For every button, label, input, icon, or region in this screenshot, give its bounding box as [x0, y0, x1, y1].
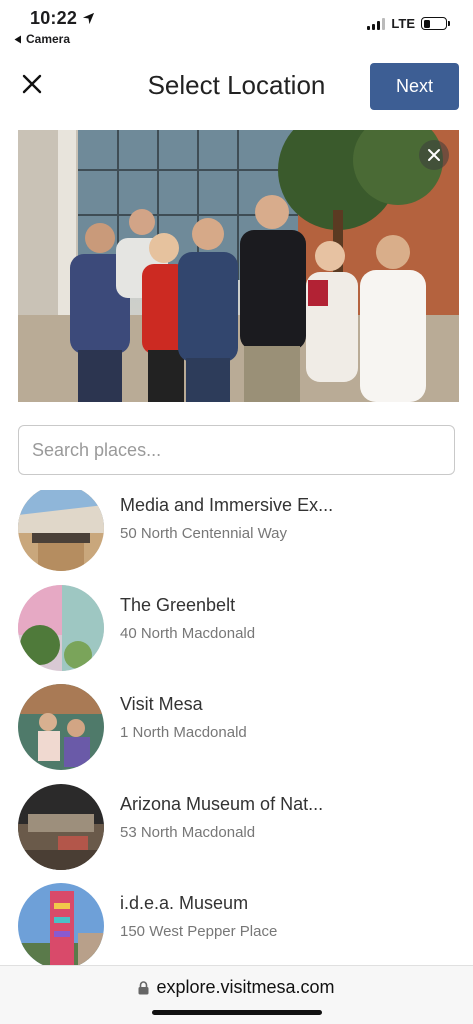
place-thumbnail	[18, 783, 104, 870]
place-name: i.d.e.a. Museum	[120, 893, 249, 913]
place-name: Visit Mesa	[120, 694, 203, 714]
places-list[interactable]: Media and Immersive Ex... 50 North Cente…	[0, 490, 473, 965]
place-address: 150 West Pepper Place	[120, 923, 278, 940]
network-label: LTE	[391, 16, 415, 31]
group-photo-image	[18, 130, 459, 402]
header: Select Location Next	[0, 58, 473, 114]
place-thumbnail	[18, 684, 104, 770]
lock-icon	[138, 980, 149, 994]
place-name: The Greenbelt	[120, 594, 236, 615]
list-item[interactable]: i.d.e.a. Museum 150 West Pepper Place	[0, 871, 473, 965]
close-icon	[428, 149, 440, 161]
status-bar: 10:22 Camera LTE	[0, 0, 473, 50]
back-app-label: Camera	[26, 32, 71, 46]
list-item[interactable]: Media and Immersive Ex... 50 North Cente…	[0, 490, 473, 573]
place-thumbnail	[18, 490, 104, 571]
place-thumbnail	[18, 584, 104, 671]
status-indicators: LTE	[367, 16, 450, 31]
place-address: 53 North Macdonald	[120, 823, 256, 841]
home-indicator[interactable]	[152, 1010, 322, 1015]
location-arrow-icon	[82, 12, 95, 25]
clock-text: 10:22	[30, 8, 78, 28]
place-address: 1 North Macdonald	[120, 724, 247, 741]
signal-icon	[367, 17, 386, 30]
place-name: Media and Immersive Ex...	[120, 495, 334, 515]
back-to-app[interactable]: Camera	[14, 32, 70, 46]
list-item[interactable]: Visit Mesa 1 North Macdonald	[0, 672, 473, 772]
place-address: 40 North Macdonald	[120, 624, 256, 642]
place-thumbnail	[18, 883, 104, 965]
back-triangle-icon	[14, 35, 21, 43]
battery-level	[423, 19, 430, 28]
url-text: explore.visitmesa.com	[156, 977, 335, 997]
status-time: 10:22	[30, 8, 95, 29]
list-item[interactable]: The Greenbelt 40 North Macdonald	[0, 573, 473, 673]
remove-photo-button[interactable]	[419, 140, 449, 170]
battery-icon	[421, 17, 450, 30]
search-input[interactable]	[18, 425, 455, 475]
place-name: Arizona Museum of Nat...	[120, 793, 324, 814]
browser-url-bar[interactable]: explore.visitmesa.com	[0, 965, 473, 1024]
place-address: 50 North Centennial Way	[120, 525, 288, 542]
list-item[interactable]: Arizona Museum of Nat... 53 North Macdon…	[0, 772, 473, 872]
url-display[interactable]: explore.visitmesa.com	[0, 977, 473, 998]
next-button[interactable]: Next	[370, 63, 459, 110]
selected-photo	[18, 130, 459, 402]
